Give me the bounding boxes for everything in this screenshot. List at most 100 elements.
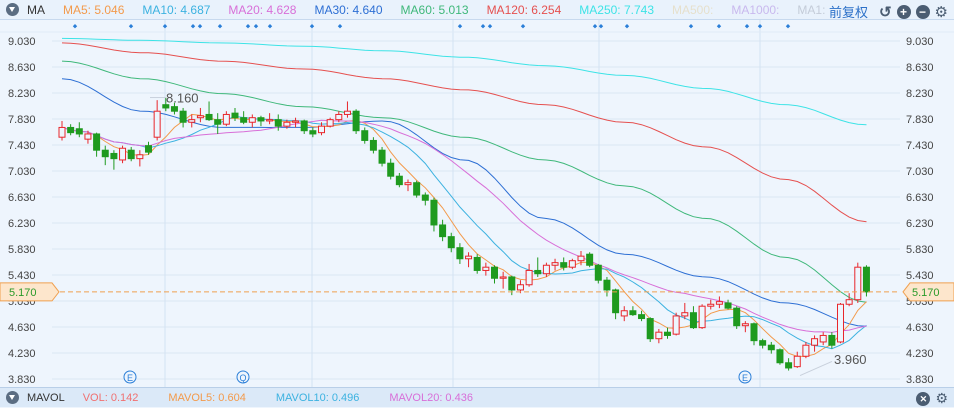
candle-down[interactable]: [231, 112, 239, 119]
candle-down[interactable]: [127, 149, 135, 160]
candle-down[interactable]: [421, 194, 429, 201]
candle-down[interactable]: [179, 110, 187, 123]
candle-up[interactable]: [620, 310, 628, 317]
candle-up[interactable]: [819, 334, 827, 343]
event-dot-icon[interactable]: [592, 24, 598, 29]
candle-down[interactable]: [430, 199, 438, 226]
candle-down[interactable]: [170, 106, 178, 112]
candle-up[interactable]: [248, 117, 256, 123]
candle-down[interactable]: [395, 175, 403, 186]
candle-up[interactable]: [681, 312, 689, 317]
candle-down[interactable]: [724, 302, 732, 309]
candle-up[interactable]: [266, 119, 274, 122]
settings-gear-icon[interactable]: ⚙: [935, 390, 948, 407]
event-dot-icon[interactable]: [197, 24, 203, 29]
candle-down[interactable]: [240, 117, 248, 123]
candle-up[interactable]: [335, 113, 343, 121]
candle-up[interactable]: [84, 133, 92, 140]
candle-down[interactable]: [586, 253, 594, 266]
candle-down[interactable]: [560, 262, 568, 268]
event-dot-icon[interactable]: [744, 24, 750, 29]
candle-down[interactable]: [750, 323, 758, 342]
candle-down[interactable]: [491, 266, 498, 279]
candle-down[interactable]: [612, 289, 620, 314]
event-dot-icon[interactable]: [716, 24, 722, 29]
candle-down[interactable]: [257, 117, 265, 122]
candle-down[interactable]: [776, 349, 784, 364]
event-dot-icon[interactable]: [624, 24, 630, 29]
candle-up[interactable]: [854, 266, 862, 301]
candle-up[interactable]: [741, 323, 749, 327]
candle-up[interactable]: [542, 264, 550, 275]
candle-down[interactable]: [534, 269, 542, 275]
candle-down[interactable]: [101, 149, 109, 158]
candle-down[interactable]: [214, 119, 222, 125]
candle-down[interactable]: [205, 113, 213, 121]
candle-up[interactable]: [222, 113, 230, 125]
candle-up[interactable]: [153, 110, 161, 138]
candle-down[interactable]: [603, 279, 611, 291]
candle-down[interactable]: [785, 362, 793, 369]
candle-up[interactable]: [811, 338, 819, 346]
event-dot-icon[interactable]: [162, 24, 168, 29]
candle-up[interactable]: [283, 121, 291, 127]
candle-up[interactable]: [318, 125, 325, 134]
candle-up[interactable]: [793, 355, 801, 368]
candle-down[interactable]: [646, 318, 654, 340]
candle-down[interactable]: [828, 334, 836, 346]
candle-up[interactable]: [326, 119, 334, 127]
event-dot-icon[interactable]: [309, 24, 315, 29]
candle-up[interactable]: [292, 120, 300, 123]
event-dot-icon[interactable]: [72, 24, 78, 29]
event-dot-icon[interactable]: [457, 24, 463, 29]
candle-up[interactable]: [525, 269, 533, 286]
candle-down[interactable]: [664, 331, 671, 336]
candle-down[interactable]: [594, 264, 602, 281]
event-dot-icon[interactable]: [128, 24, 134, 29]
candle-up[interactable]: [551, 262, 559, 266]
candle-up[interactable]: [707, 303, 715, 307]
candle-up[interactable]: [343, 110, 351, 115]
zoom-out-icon[interactable]: −: [915, 4, 930, 19]
candle-up[interactable]: [672, 315, 680, 335]
event-dot-icon[interactable]: [217, 24, 223, 29]
close-icon[interactable]: ✕: [916, 391, 931, 406]
event-dot-icon[interactable]: [253, 24, 259, 29]
candle-down[interactable]: [629, 310, 637, 316]
candle-down[interactable]: [862, 266, 870, 293]
candle-down[interactable]: [733, 307, 741, 327]
settings-gear-icon[interactable]: ⚙: [935, 3, 948, 21]
candle-down[interactable]: [110, 152, 118, 160]
undo-icon[interactable]: ↺: [879, 3, 892, 21]
collapse-icon[interactable]: [6, 3, 19, 16]
candle-up[interactable]: [845, 299, 853, 305]
candle-down[interactable]: [75, 128, 83, 135]
candle-up[interactable]: [119, 147, 127, 161]
adjust-mode-button[interactable]: 前复权: [829, 2, 868, 21]
event-dot-icon[interactable]: [757, 24, 763, 29]
event-dot-icon[interactable]: [487, 24, 493, 29]
event-dot-icon[interactable]: [480, 24, 486, 29]
candle-down[interactable]: [473, 256, 481, 271]
event-dot-icon[interactable]: [267, 24, 273, 29]
event-dot-icon[interactable]: [785, 24, 791, 29]
candle-down[interactable]: [67, 126, 75, 134]
candle-up[interactable]: [196, 115, 204, 119]
candle-down[interactable]: [93, 133, 101, 151]
collapse-icon[interactable]: [6, 391, 19, 404]
candle-down[interactable]: [456, 247, 464, 260]
zoom-in-icon[interactable]: +: [896, 4, 911, 19]
event-dot-icon[interactable]: [190, 24, 196, 29]
candle-down[interactable]: [439, 224, 447, 238]
candle-up[interactable]: [188, 119, 196, 123]
candle-down[interactable]: [361, 130, 369, 141]
candle-up[interactable]: [404, 182, 412, 186]
candle-up[interactable]: [715, 301, 723, 305]
candle-down[interactable]: [508, 276, 516, 291]
candle-up[interactable]: [802, 344, 810, 357]
candle-up[interactable]: [465, 255, 473, 260]
event-dot-icon[interactable]: [520, 24, 526, 29]
candle-down[interactable]: [309, 130, 317, 135]
candle-down[interactable]: [759, 340, 767, 346]
candle-down[interactable]: [378, 149, 386, 164]
